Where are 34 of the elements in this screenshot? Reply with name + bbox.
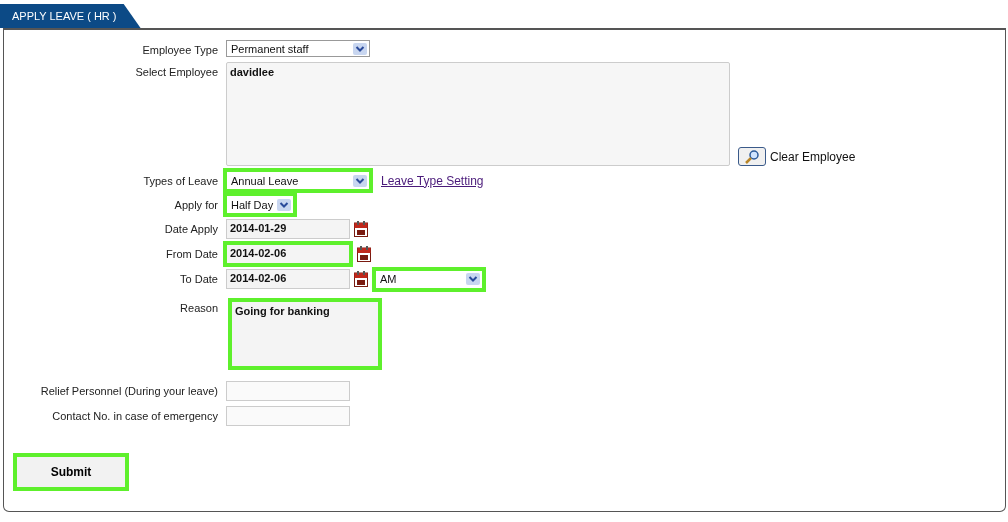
tab[interactable]: APPLY LEAVE ( HR ): [0, 4, 141, 28]
submit-button[interactable]: Submit: [13, 453, 129, 491]
caret-icon: [466, 273, 480, 285]
date-field[interactable]: 2014-01-29: [226, 219, 350, 239]
caret-icon: [353, 174, 367, 187]
dropdown[interactable]: Half Day: [223, 192, 297, 217]
caret-icon: [353, 42, 367, 55]
date-field[interactable]: 2014-02-06: [223, 241, 353, 267]
magnifier-icon: [744, 148, 760, 165]
dropdown[interactable]: Annual Leave: [223, 168, 373, 193]
reason-field[interactable]: Going for banking: [228, 298, 382, 370]
search-button[interactable]: [738, 147, 766, 166]
caret-icon: [277, 198, 291, 211]
field-label: Relief Personnel (During your leave): [39, 384, 218, 397]
input-field[interactable]: [226, 381, 350, 401]
field-label: Select Employee: [134, 65, 218, 78]
dropdown[interactable]: AM: [372, 266, 486, 292]
date-field[interactable]: 2014-02-06: [226, 269, 350, 289]
employee-field[interactable]: davidlee: [226, 62, 730, 166]
calendar-icon[interactable]: [357, 246, 371, 262]
field-label: Apply for: [173, 198, 218, 211]
field-label: From Date: [165, 247, 218, 260]
leave-type-setting-link[interactable]: Leave Type Setting: [381, 173, 484, 188]
field-label: Employee Type: [141, 43, 218, 56]
field-label: Reason: [179, 301, 218, 314]
calendar-icon[interactable]: [354, 271, 368, 287]
field-label: Types of Leave: [142, 174, 218, 187]
clear-employee-link[interactable]: Clear Employee: [770, 150, 856, 166]
field-label: Date Apply: [163, 222, 218, 235]
input-field[interactable]: [226, 406, 350, 426]
field-label: To Date: [179, 272, 218, 285]
dropdown[interactable]: Permanent staff: [226, 40, 370, 57]
calendar-icon[interactable]: [354, 221, 368, 237]
field-label: Contact No. in case of emergency: [51, 409, 218, 422]
